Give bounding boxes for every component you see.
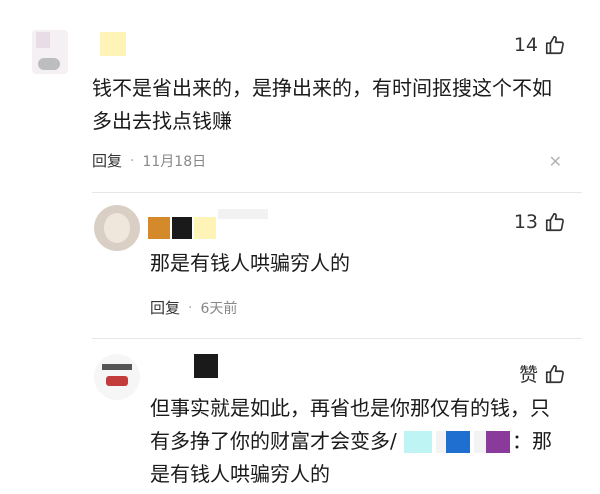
avatar[interactable]: [32, 30, 68, 74]
mention-mosaic[interactable]: [446, 431, 470, 453]
username-mosaic[interactable]: [172, 217, 192, 239]
thumbs-up-icon: [545, 35, 564, 55]
comment-3: 赞 但事实就是如此，再省也是你那仅有的钱，只 有多挣了你的财富才会变多/ ：那 …: [0, 340, 600, 494]
comment-2: 13 那是有钱人哄骗穷人的 回复 · 6天前: [0, 195, 600, 335]
comment-1: 14 钱不是省出来的，是挣出来的，有时间抠搜这个不如 多出去找点钱赚 回复 · …: [0, 0, 600, 190]
mention-mosaic[interactable]: [486, 431, 510, 453]
comment-text: 那是有钱人哄骗穷人的: [150, 251, 350, 275]
username-mosaic[interactable]: [100, 32, 126, 56]
thumbs-up-icon: [545, 364, 564, 383]
username-mosaic[interactable]: [194, 217, 216, 239]
comment-date: 11月18日: [142, 153, 207, 170]
separator-dot: ·: [130, 152, 135, 169]
avatar[interactable]: [94, 205, 140, 251]
reply-button[interactable]: 回复: [92, 150, 122, 171]
username-mosaic[interactable]: [194, 354, 218, 378]
reply-button[interactable]: 回复: [150, 297, 180, 318]
close-icon[interactable]: ✕: [549, 152, 562, 171]
like-count: 14: [513, 34, 538, 56]
comment-text: 钱不是省出来的，是挣出来的，有时间抠搜这个不如 多出去找点钱赚: [92, 76, 552, 133]
mention-mosaic[interactable]: [404, 431, 432, 453]
like-count: 13: [513, 211, 538, 233]
thumbs-up-icon: [545, 212, 564, 232]
username-mosaic[interactable]: [218, 209, 268, 219]
like-button[interactable]: 14: [514, 34, 566, 56]
comment-meta: 回复 · 11月18日: [92, 150, 206, 171]
avatar[interactable]: [94, 354, 140, 400]
like-button[interactable]: 赞: [519, 360, 566, 387]
username-mosaic[interactable]: [148, 217, 170, 239]
like-button[interactable]: 13: [514, 211, 566, 233]
separator-dot: ·: [188, 299, 193, 316]
comment-meta: 回复 · 6天前: [150, 297, 237, 318]
divider: [92, 192, 582, 193]
comment-text: 但事实就是如此，再省也是你那仅有的钱，只 有多挣了你的财富才会变多/ ：那 是有…: [150, 396, 552, 486]
divider: [92, 338, 582, 339]
comment-date: 6天前: [200, 300, 238, 317]
like-label: 赞: [518, 364, 538, 386]
